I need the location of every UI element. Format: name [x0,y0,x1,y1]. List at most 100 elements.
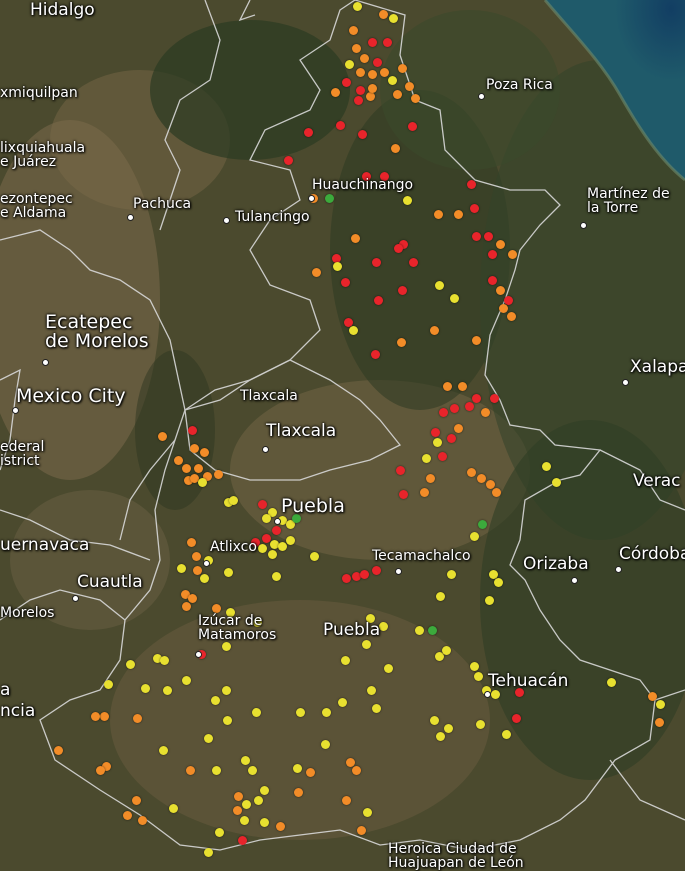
incidence-point[interactable] [648,692,657,701]
incidence-point[interactable] [354,96,363,105]
incidence-point[interactable] [490,394,499,403]
incidence-point[interactable] [383,38,392,47]
incidence-point[interactable] [254,796,263,805]
incidence-point[interactable] [372,704,381,713]
city-marker-icon[interactable] [274,518,281,525]
incidence-point[interactable] [403,196,412,205]
incidence-point[interactable] [224,568,233,577]
incidence-point[interactable] [188,426,197,435]
incidence-point[interactable] [345,60,354,69]
incidence-point[interactable] [379,10,388,19]
incidence-point[interactable] [476,720,485,729]
city-marker-icon[interactable] [622,379,629,386]
incidence-point[interactable] [431,428,440,437]
incidence-point[interactable] [306,768,315,777]
incidence-point[interactable] [366,92,375,101]
incidence-point[interactable] [467,468,476,477]
incidence-point[interactable] [132,796,141,805]
city-marker-icon[interactable] [484,691,491,698]
incidence-point[interactable] [198,478,207,487]
incidence-point[interactable] [607,678,616,687]
incidence-point[interactable] [542,462,551,471]
incidence-point[interactable] [272,572,281,581]
incidence-point[interactable] [472,232,481,241]
incidence-point[interactable] [240,816,249,825]
incidence-point[interactable] [342,574,351,583]
incidence-point[interactable] [310,552,319,561]
incidence-point[interactable] [396,466,405,475]
incidence-point[interactable] [252,708,261,717]
incidence-point[interactable] [512,714,521,723]
incidence-point[interactable] [188,594,197,603]
city-marker-icon[interactable] [308,195,315,202]
incidence-point[interactable] [374,296,383,305]
incidence-point[interactable] [496,286,505,295]
incidence-point[interactable] [450,404,459,413]
incidence-point[interactable] [126,660,135,669]
incidence-point[interactable] [233,806,242,815]
incidence-point[interactable] [182,602,191,611]
incidence-point[interactable] [211,696,220,705]
incidence-point[interactable] [341,656,350,665]
incidence-point[interactable] [552,478,561,487]
incidence-point[interactable] [371,350,380,359]
incidence-point[interactable] [160,656,169,665]
incidence-point[interactable] [428,626,437,635]
incidence-point[interactable] [353,2,362,11]
incidence-point[interactable] [372,566,381,575]
incidence-point[interactable] [200,574,209,583]
incidence-point[interactable] [222,686,231,695]
incidence-point[interactable] [434,210,443,219]
incidence-point[interactable] [260,818,269,827]
incidence-point[interactable] [215,828,224,837]
satellite-map[interactable]: Hidalgo xmiquilpan lixquiahuala e Juárez… [0,0,685,871]
incidence-point[interactable] [470,532,479,541]
incidence-point[interactable] [373,58,382,67]
incidence-point[interactable] [465,402,474,411]
incidence-point[interactable] [186,766,195,775]
incidence-point[interactable] [351,234,360,243]
incidence-point[interactable] [169,804,178,813]
incidence-point[interactable] [342,796,351,805]
incidence-point[interactable] [177,564,186,573]
city-marker-icon[interactable] [127,214,134,221]
incidence-point[interactable] [338,698,347,707]
incidence-point[interactable] [352,766,361,775]
incidence-point[interactable] [507,312,516,321]
incidence-point[interactable] [368,38,377,47]
incidence-point[interactable] [333,262,342,271]
incidence-point[interactable] [470,662,479,671]
incidence-point[interactable] [276,822,285,831]
incidence-point[interactable] [258,544,267,553]
incidence-point[interactable] [356,68,365,77]
incidence-point[interactable] [467,180,476,189]
incidence-point[interactable] [426,474,435,483]
city-marker-icon[interactable] [262,446,269,453]
city-marker-icon[interactable] [478,93,485,100]
incidence-point[interactable] [192,552,201,561]
incidence-point[interactable] [294,788,303,797]
incidence-point[interactable] [443,382,452,391]
incidence-point[interactable] [399,490,408,499]
incidence-point[interactable] [492,488,501,497]
incidence-point[interactable] [398,286,407,295]
incidence-point[interactable] [214,470,223,479]
incidence-point[interactable] [190,444,199,453]
incidence-point[interactable] [411,94,420,103]
incidence-point[interactable] [485,596,494,605]
incidence-point[interactable] [296,708,305,717]
incidence-point[interactable] [368,70,377,79]
incidence-point[interactable] [389,14,398,23]
incidence-point[interactable] [104,680,113,689]
incidence-point[interactable] [312,268,321,277]
incidence-point[interactable] [397,338,406,347]
incidence-point[interactable] [508,250,517,259]
incidence-point[interactable] [439,408,448,417]
incidence-point[interactable] [212,604,221,613]
incidence-point[interactable] [284,156,293,165]
incidence-point[interactable] [336,121,345,130]
incidence-point[interactable] [372,258,381,267]
incidence-point[interactable] [174,456,183,465]
city-marker-icon[interactable] [223,217,230,224]
incidence-point[interactable] [133,714,142,723]
